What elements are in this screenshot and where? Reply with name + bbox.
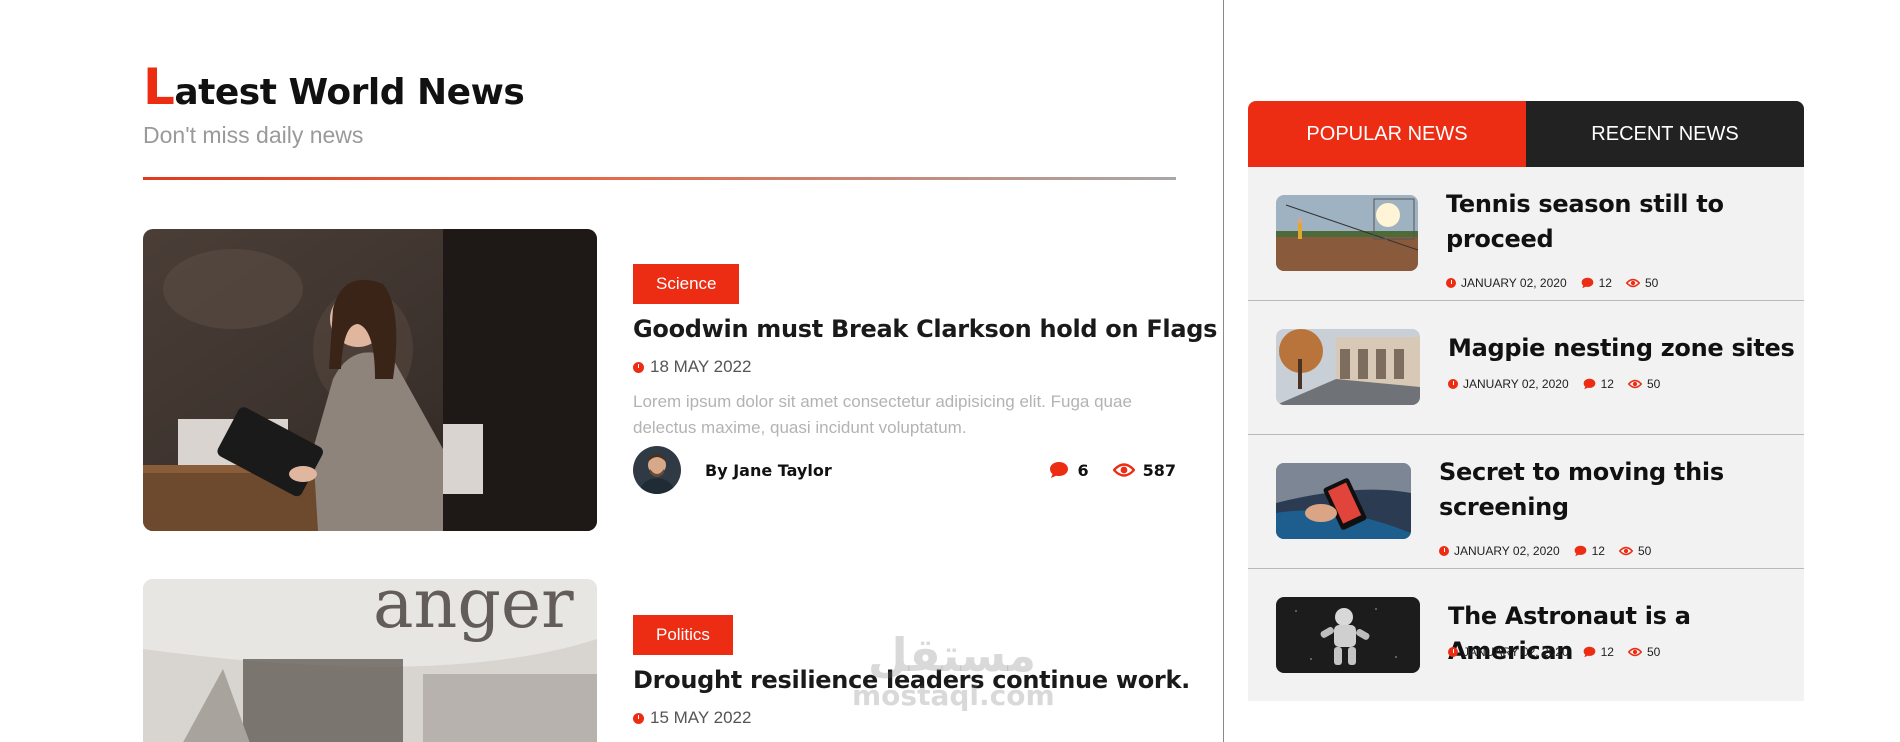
list-item[interactable]: The Astronaut is a American JANUARY 02, … [1248, 569, 1804, 701]
news-comments: 12 [1600, 377, 1614, 391]
section-subtitle: Don't miss daily news [143, 122, 364, 148]
news-meta: JANUARY 02, 2020 12 50 [1439, 544, 1651, 558]
news-title-line: Magpie nesting zone sites [1448, 334, 1795, 362]
news-comments: 12 [1598, 276, 1612, 290]
category-tag[interactable]: Politics [633, 615, 733, 655]
article-date-text: 15 MAY 2022 [650, 708, 752, 727]
article-image[interactable] [143, 229, 597, 531]
clock-icon [1448, 647, 1458, 657]
news-date: JANUARY 02, 2020 [1454, 544, 1560, 558]
eye-icon [1627, 379, 1642, 389]
clock-icon [633, 712, 644, 724]
news-thumbnail[interactable] [1276, 463, 1411, 539]
news-title-line: Tennis season still to [1446, 190, 1724, 218]
article-excerpt: Lorem ipsum dolor sit amet consectetur a… [633, 392, 1132, 437]
latest-news-section: Latest World News Don't miss daily news [143, 0, 1217, 742]
news-page: Latest World News Don't miss daily news [0, 0, 1900, 742]
comment-icon [1581, 277, 1593, 289]
news-date: JANUARY 02, 2020 [1461, 276, 1567, 290]
comment-count[interactable]: 6 [1049, 460, 1089, 480]
article-footer: By Jane Taylor 6 587 [633, 446, 1176, 494]
news-thumbnail[interactable] [1276, 597, 1420, 673]
news-views: 50 [1637, 544, 1652, 558]
clock-icon [1439, 546, 1449, 556]
list-item[interactable]: Magpie nesting zone sites JANUARY 02, 20… [1248, 301, 1804, 435]
news-meta: JANUARY 02, 2020 12 50 [1446, 276, 1658, 290]
news-views: 50 [1646, 645, 1661, 659]
section-title-rest: atest World News [174, 72, 525, 113]
sidebar-tabs: POPULAR NEWS RECENT NEWS [1248, 101, 1804, 167]
author-name[interactable]: By Jane Taylor [705, 461, 832, 480]
news-title-line: screening [1439, 493, 1569, 521]
svg-text:anger: anger [373, 579, 574, 644]
tab-popular-news[interactable]: POPULAR NEWS [1248, 101, 1526, 167]
news-thumbnail[interactable] [1276, 195, 1418, 271]
category-tag[interactable]: Science [633, 264, 740, 304]
news-comments: 12 [1591, 544, 1605, 558]
eye-icon [1625, 278, 1640, 288]
list-item[interactable]: Secret to moving this screening JANUARY … [1248, 435, 1804, 569]
article-card[interactable]: Science Goodwin must Break Clarkson hold… [143, 229, 1217, 531]
article-date: 15 MAY 2022 [633, 708, 751, 728]
news-title[interactable]: Tennis season still to proceed [1446, 187, 1724, 257]
popular-news-list: Tennis season still to proceed JANUARY 0… [1248, 167, 1804, 701]
article-image[interactable]: anger [143, 579, 597, 742]
news-title-line: Secret to moving this [1439, 458, 1724, 486]
comment-icon [1583, 378, 1595, 390]
eye-icon [1112, 463, 1135, 477]
view-count: 587 [1112, 460, 1176, 480]
news-views: 50 [1646, 377, 1661, 391]
news-title-line: proceed [1446, 225, 1554, 253]
article-date: 18 MAY 2022 [633, 357, 751, 377]
news-date: JANUARY 02, 2020 [1463, 645, 1569, 659]
news-meta: JANUARY 02, 2020 12 50 [1448, 377, 1660, 391]
list-item[interactable]: Tennis season still to proceed JANUARY 0… [1248, 167, 1804, 301]
news-thumbnail[interactable] [1276, 329, 1420, 405]
news-date: JANUARY 02, 2020 [1463, 377, 1569, 391]
column-divider [1223, 0, 1224, 742]
eye-icon [1627, 647, 1642, 657]
view-count-value: 587 [1142, 460, 1176, 480]
section-divider [143, 177, 1176, 180]
article-title[interactable]: Goodwin must Break Clarkson hold on Flag… [633, 315, 1217, 343]
article-date-text: 18 MAY 2022 [650, 357, 752, 376]
article-stats: 6 587 [1049, 461, 1176, 480]
clock-icon [1446, 278, 1456, 288]
news-title[interactable]: Magpie nesting zone sites [1448, 331, 1795, 366]
news-title[interactable]: Secret to moving this screening [1439, 455, 1724, 525]
comment-count-value: 6 [1077, 460, 1089, 480]
clock-icon [1448, 379, 1458, 389]
article-title[interactable]: Drought resilience leaders continue work… [633, 666, 1193, 694]
news-meta: JANUARY 02, 2020 12 50 [1448, 645, 1660, 659]
news-comments: 12 [1600, 645, 1614, 659]
section-title-initial: L [143, 58, 175, 116]
author-avatar[interactable] [633, 446, 681, 494]
comment-icon [1574, 545, 1586, 557]
tab-recent-news[interactable]: RECENT NEWS [1526, 101, 1804, 167]
section-title: Latest World News [143, 58, 525, 116]
article-card[interactable]: anger Politics Drought resilience leader… [143, 579, 1190, 742]
comment-icon [1050, 462, 1069, 478]
comment-icon [1583, 646, 1595, 658]
news-views: 50 [1644, 276, 1659, 290]
news-sidebar: POPULAR NEWS RECENT NEWS Tennis season s… [1248, 101, 1804, 701]
clock-icon [633, 361, 644, 373]
eye-icon [1618, 546, 1633, 556]
